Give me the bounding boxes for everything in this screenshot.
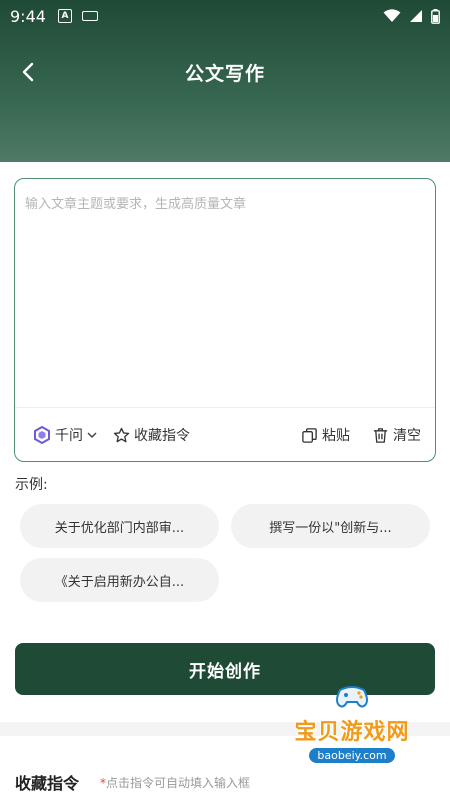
keyboard-icon <box>81 11 98 21</box>
wifi-icon <box>383 9 401 22</box>
nav-bar: 公文写作 <box>0 48 450 96</box>
watermark-domain: baobeiy.com <box>309 748 395 763</box>
start-create-button[interactable]: 开始创作 <box>15 643 435 695</box>
editor-card: 千问 收藏指令 粘贴 清空 <box>14 178 436 462</box>
page-title: 公文写作 <box>184 62 265 85</box>
example-chip[interactable]: 关于优化部门内部审... <box>20 504 219 548</box>
start-create-label: 开始创作 <box>189 661 261 682</box>
qwen-logo-icon <box>34 426 50 444</box>
favorites-hint-text: 点击指令可自动填入输入框 <box>106 776 251 790</box>
paste-label: 粘贴 <box>322 428 350 444</box>
signal-icon <box>410 10 422 22</box>
battery-icon <box>431 8 440 24</box>
star-icon <box>113 427 130 442</box>
clear-button[interactable]: 清空 <box>372 425 421 445</box>
status-bar: 9:44 A <box>0 0 450 32</box>
favorite-prompt-button[interactable]: 收藏指令 <box>113 425 190 445</box>
example-chip-label: 撰写一份以"创新与... <box>269 520 392 536</box>
divider <box>15 407 435 408</box>
trash-icon <box>373 427 388 443</box>
favorite-label: 收藏指令 <box>134 428 190 444</box>
model-selector[interactable]: 千问 <box>33 425 97 445</box>
back-button[interactable] <box>12 56 44 88</box>
watermark: 宝贝游戏网 baobeiy.com <box>290 686 414 778</box>
example-chip[interactable]: 撰写一份以"创新与... <box>231 504 430 548</box>
chevron-down-icon <box>87 432 97 439</box>
example-chip[interactable]: 《关于启用新办公自... <box>20 558 219 602</box>
watermark-title: 宝贝游戏网 <box>294 720 410 745</box>
favorites-title: 收藏指令 <box>15 774 80 793</box>
clear-label: 清空 <box>393 428 421 444</box>
example-chip-label: 《关于启用新办公自... <box>54 574 185 590</box>
status-time: 9:44 <box>10 6 46 26</box>
topic-input[interactable] <box>25 193 425 403</box>
copy-icon <box>302 427 317 443</box>
editor-toolbar: 千问 收藏指令 粘贴 清空 <box>15 415 435 455</box>
model-label: 千问 <box>55 428 83 444</box>
gamepad-icon <box>336 686 368 708</box>
chevron-left-icon <box>22 62 34 82</box>
favorites-hint: *点击指令可自动填入输入框 <box>100 774 250 791</box>
examples-title: 示例: <box>15 477 48 493</box>
example-chip-label: 关于优化部门内部审... <box>54 520 185 536</box>
paste-button[interactable]: 粘贴 <box>301 425 350 445</box>
a-square-icon: A <box>57 9 72 23</box>
